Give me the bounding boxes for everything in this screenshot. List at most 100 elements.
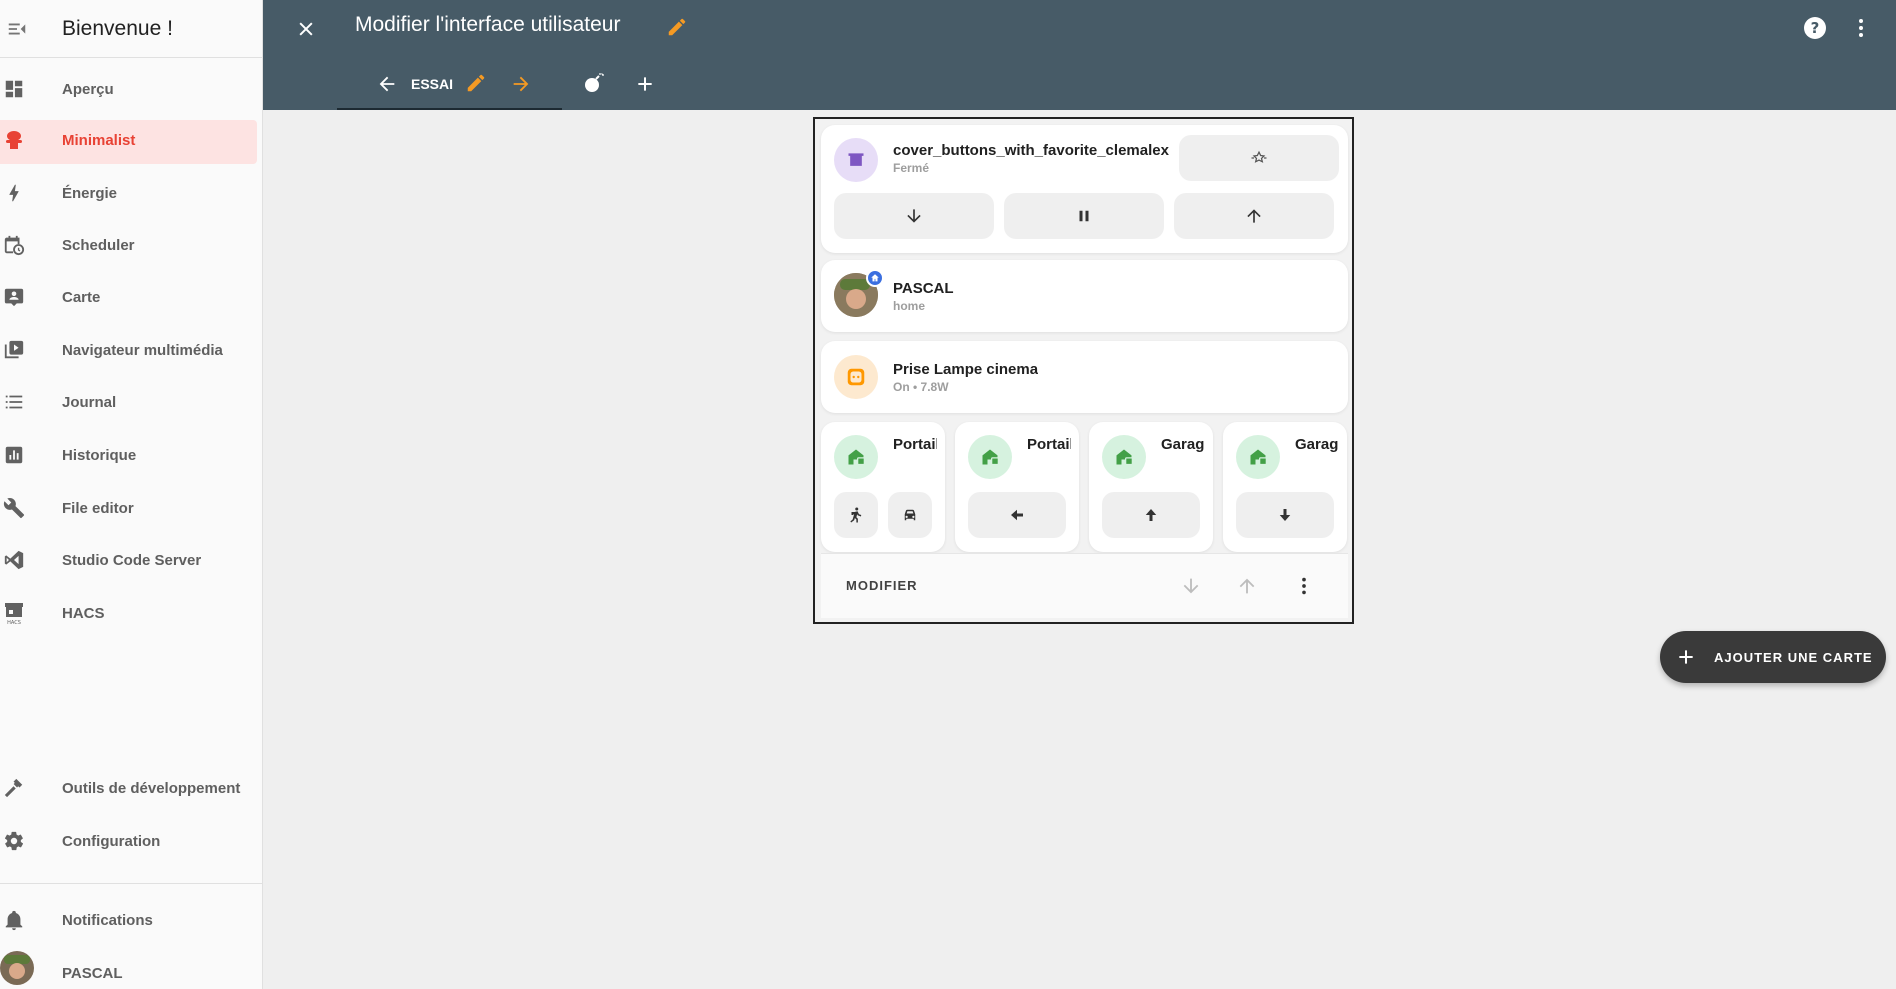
svg-text:?: ? (1811, 19, 1820, 37)
page-title: Modifier l'interface utilisateur (355, 13, 621, 36)
sidebar-item-label: PASCAL (62, 964, 123, 982)
gate-card[interactable]: Garage (1223, 422, 1347, 552)
entity-name: cover_buttons_with_favorite_clemalex (893, 142, 1169, 159)
cover-open-button[interactable] (1174, 193, 1334, 239)
entity-name: Portail (893, 436, 937, 453)
menu-collapse-icon[interactable] (2, 14, 32, 44)
favorite-position-button[interactable] (1179, 135, 1339, 181)
vertical-stack-card[interactable]: cover_buttons_with_favorite_clemalex Fer… (813, 117, 1354, 624)
sidebar-item-configuration[interactable]: Configuration (0, 819, 263, 863)
cover-card[interactable]: cover_buttons_with_favorite_clemalex Fer… (821, 125, 1348, 253)
plug-card[interactable]: Prise Lampe cinema On • 7.8W (821, 341, 1348, 413)
person-card[interactable]: PASCAL home (821, 260, 1348, 332)
move-view-right-icon[interactable] (507, 70, 535, 98)
sidebar-item-label: Navigateur multimédia (62, 341, 223, 359)
car-button[interactable] (888, 492, 932, 538)
cover-close-button[interactable] (834, 193, 994, 239)
minimalist-icon (2, 128, 26, 152)
entity-state: On • 7.8W (893, 380, 949, 394)
garage-close-button[interactable] (1236, 492, 1334, 538)
add-card-label: AJOUTER UNE CARTE (1714, 649, 1873, 665)
car-icon (904, 509, 916, 521)
entity-name: PASCAL (893, 280, 954, 297)
sidebar-item-hacs[interactable]: HACS HACS (0, 591, 263, 635)
sidebar-item-file-editor[interactable]: File editor (0, 486, 263, 530)
edit-view-pencil-icon[interactable] (462, 69, 490, 97)
wrench-icon (2, 496, 26, 520)
add-view-icon[interactable] (631, 70, 659, 98)
sidebar-item-label: Scheduler (62, 236, 135, 254)
pedestrian-button[interactable] (834, 492, 878, 538)
avatar (0, 951, 34, 985)
gate-card[interactable]: Portail (955, 422, 1079, 552)
lightning-icon (2, 181, 26, 205)
sidebar-item-historique[interactable]: Historique (0, 433, 263, 477)
sidebar-title: Bienvenue ! (62, 16, 173, 40)
sidebar-divider (0, 883, 263, 884)
garage-icon[interactable] (1102, 435, 1146, 479)
sidebar-item-scheduler[interactable]: Scheduler (0, 223, 263, 267)
sidebar-header: Bienvenue ! (0, 0, 262, 58)
vscode-icon (2, 548, 26, 572)
sidebar-item-apercu[interactable]: Aperçu (0, 67, 263, 111)
gate-card[interactable]: Portail (821, 422, 945, 552)
walk-icon (850, 507, 862, 523)
avatar[interactable] (834, 269, 884, 317)
sidebar-item-studio-code[interactable]: Studio Code Server (0, 538, 263, 582)
arrow-down-bold-icon (1279, 509, 1291, 521)
bomb-icon[interactable] (579, 68, 609, 98)
gate-card[interactable]: Garage (1089, 422, 1213, 552)
gate-icon[interactable] (834, 435, 878, 479)
sidebar-item-dev-tools[interactable]: Outils de développement (0, 766, 263, 810)
entity-name: Portail (1027, 436, 1071, 453)
hammer-icon (2, 776, 26, 800)
move-up-icon[interactable] (1233, 572, 1261, 600)
hacs-icon: HACS (2, 601, 26, 625)
garage-icon[interactable] (1236, 435, 1280, 479)
chart-box-icon (2, 443, 26, 467)
add-card-button[interactable]: AJOUTER UNE CARTE (1660, 631, 1886, 683)
gate-left-button[interactable] (968, 492, 1066, 538)
card-options-icon[interactable] (1290, 572, 1318, 600)
sidebar: Bienvenue ! Aperçu Minimalist Énergie Sc… (0, 0, 263, 989)
sidebar-item-label: Outils de développement (62, 779, 241, 797)
card-edit-footer: MODIFIER (821, 553, 1348, 618)
sidebar-item-journal[interactable]: Journal (0, 380, 263, 424)
help-icon[interactable]: ? (1800, 13, 1830, 43)
sidebar-item-notifications[interactable]: Notifications (0, 898, 263, 942)
close-icon[interactable] (291, 14, 321, 44)
svg-text:HACS: HACS (7, 620, 21, 625)
sidebar-item-label: Configuration (62, 832, 161, 850)
plus-icon (1672, 643, 1700, 671)
sidebar-item-label: HACS (62, 604, 105, 622)
move-view-left-icon[interactable] (373, 70, 401, 98)
home-badge-icon (866, 269, 884, 287)
sidebar-item-energie[interactable]: Énergie (0, 171, 263, 215)
sidebar-item-label: Énergie (62, 184, 118, 202)
sidebar-item-label: Notifications (62, 911, 153, 929)
sidebar-item-navigateur[interactable]: Navigateur multimédia (0, 328, 263, 372)
calendar-clock-icon (2, 233, 26, 257)
power-socket-icon[interactable] (834, 355, 878, 399)
arrow-down-icon (907, 209, 921, 223)
move-down-icon[interactable] (1177, 572, 1205, 600)
gate-icon[interactable] (968, 435, 1012, 479)
modifier-button[interactable]: MODIFIER (846, 578, 918, 593)
more-vert-icon[interactable] (1846, 13, 1876, 43)
arrow-left-bold-icon (1011, 509, 1023, 521)
arrow-up-icon (1247, 209, 1261, 223)
sidebar-item-profile[interactable]: PASCAL (0, 951, 263, 989)
sidebar-item-minimalist[interactable]: Minimalist (0, 118, 263, 164)
edit-title-pencil-icon[interactable] (663, 13, 691, 41)
window-shutter-icon[interactable] (834, 138, 878, 182)
sidebar-item-label: Studio Code Server (62, 551, 202, 569)
sidebar-item-label: Carte (62, 288, 101, 306)
entity-name: Garage (1161, 436, 1205, 453)
sidebar-item-carte[interactable]: Carte (0, 275, 263, 319)
sidebar-item-label: File editor (62, 499, 134, 517)
cover-stop-button[interactable] (1004, 193, 1164, 239)
garage-open-button[interactable] (1102, 492, 1200, 538)
tab-label[interactable]: ESSAI (411, 76, 453, 92)
edit-toolbar: Modifier l'interface utilisateur ? ESSAI (263, 0, 1896, 110)
entity-state: home (893, 299, 926, 313)
